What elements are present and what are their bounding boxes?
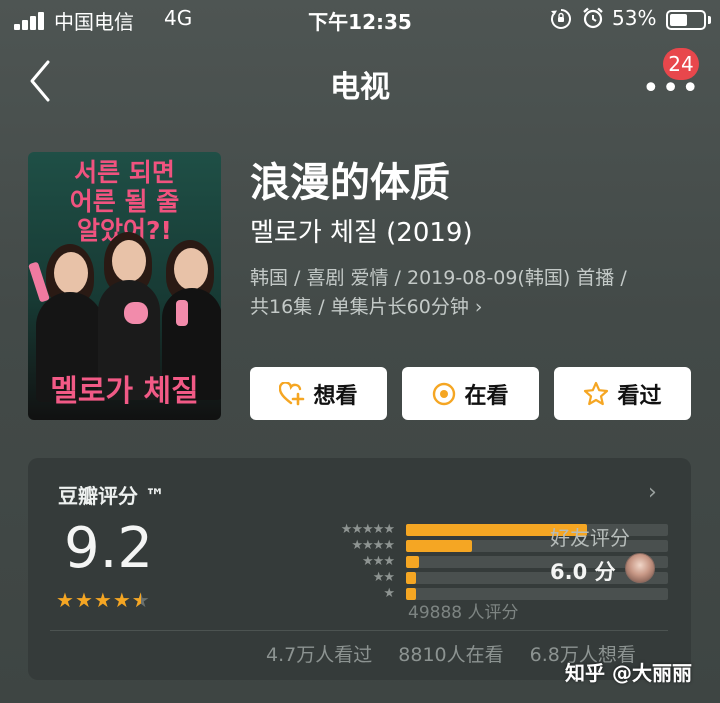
want-to-watch-button[interactable]: 想看: [250, 367, 387, 420]
watching-label: 在看: [464, 383, 509, 409]
notification-badge[interactable]: 24: [663, 48, 699, 80]
page-title: 电视: [330, 70, 390, 105]
watching-icon: [433, 382, 456, 405]
three-star-label-icon: ★★★: [362, 554, 395, 569]
poster-logo: 멜로가 체질: [50, 374, 199, 409]
rating-card[interactable]: 豆瓣评分 ™ › 9.2 ★ ★ ★ ★ ★ ★ ★★★★ ★ ★★★ ★ ★★ ★ ★…: [28, 458, 691, 680]
star-outline-icon: [584, 381, 609, 405]
friend-rating-score: 6.0 分: [550, 560, 616, 584]
star-icon: ★: [74, 588, 93, 612]
rating-bar-2: [406, 572, 416, 584]
show-title: 浪漫的体质: [250, 160, 450, 206]
rotation-lock-icon: [551, 9, 571, 29]
alarm-icon: [583, 7, 603, 29]
show-meta[interactable]: 韩国 / 喜剧 爱情 / 2019-08-09(韩国) 首播 / 共16集 / …: [250, 264, 690, 322]
rating-count: 49888 人评分: [408, 603, 519, 623]
show-meta-line1: 韩国 / 喜剧 爱情 / 2019-08-09(韩国) 首播 /: [250, 267, 627, 289]
rating-bar-3: [406, 556, 419, 568]
friend-rating-label: 好友评分: [550, 526, 630, 550]
heart-plus-icon: [279, 381, 305, 405]
one-star-label-icon: ★: [383, 586, 395, 601]
star-icon: ★: [56, 588, 74, 612]
rating-heading: 豆瓣评分 ™: [58, 484, 165, 508]
battery-percent: 53%: [612, 6, 657, 30]
four-star-label-icon: ★★★★: [351, 538, 395, 553]
watched-label: 看过: [617, 383, 662, 409]
watching-count[interactable]: 8810人在看: [398, 644, 503, 666]
avatar[interactable]: [625, 553, 655, 583]
status-bar: 中国电信 4G 下午12:35 53%: [0, 0, 720, 40]
show-original-title: 멜로가 체질 (2019): [250, 218, 473, 248]
poster-image[interactable]: 서른 되면 어른 될 줄 알았어?! 멜로가 체질: [28, 152, 221, 420]
battery-icon: [666, 10, 706, 30]
battery-level: [670, 14, 687, 26]
watched-count[interactable]: 4.7万人看过: [266, 644, 372, 666]
rating-score: 9.2: [64, 516, 154, 581]
chevron-right-icon: ›: [474, 296, 483, 318]
rating-bar-4: [406, 540, 472, 552]
watched-button[interactable]: 看过: [554, 367, 691, 420]
chevron-right-icon[interactable]: ›: [648, 480, 657, 505]
divider: [50, 630, 668, 631]
show-meta-line2: 共16集 / 单集片长60分钟: [250, 296, 469, 318]
half-star-icon: ★★: [131, 588, 150, 612]
watermark: 知乎 @大丽丽: [565, 661, 692, 685]
star-icon: ★: [93, 588, 112, 612]
battery-tip: [708, 16, 711, 24]
rating-stars: ★ ★ ★ ★ ★★: [56, 590, 150, 610]
star-icon: ★: [112, 588, 131, 612]
watching-button[interactable]: 在看: [402, 367, 539, 420]
want-to-watch-label: 想看: [313, 383, 358, 409]
five-star-label-icon: ★★★★★: [340, 522, 395, 537]
two-star-label-icon: ★★: [372, 570, 395, 585]
